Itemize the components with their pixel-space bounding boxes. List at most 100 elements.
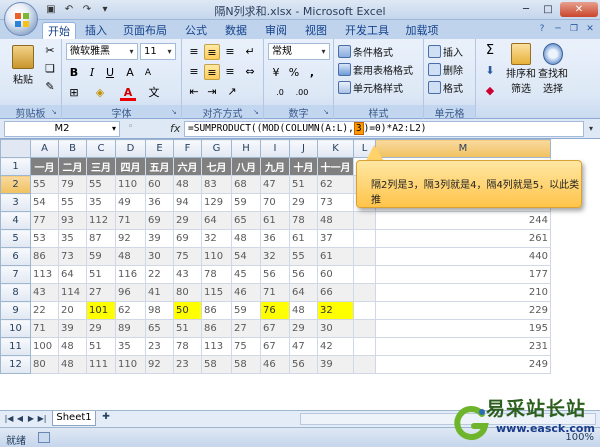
cell-J10[interactable]: 29 — [289, 319, 318, 338]
cell-D6[interactable]: 48 — [115, 247, 146, 266]
cell-E10[interactable]: 65 — [145, 319, 174, 338]
column-header[interactable]: B — [58, 139, 87, 158]
cell-B3[interactable]: 55 — [58, 193, 87, 212]
formula-input[interactable]: =SUMPRODUCT((MOD(COLUMN(A:L), 3)=0)*A2:L2… — [184, 121, 584, 137]
cell-B7[interactable]: 64 — [58, 265, 87, 284]
cell-D10[interactable]: 89 — [115, 319, 146, 338]
cell-C3[interactable]: 35 — [86, 193, 116, 212]
cell-K3[interactable]: 73 — [317, 193, 354, 212]
cell-A3[interactable]: 54 — [30, 193, 59, 212]
cell-C2[interactable]: 55 — [86, 175, 116, 194]
first-sheet-icon[interactable]: |◀ — [4, 413, 14, 425]
align-left-icon[interactable]: ≡ — [186, 64, 202, 80]
cell-E4[interactable]: 69 — [145, 211, 174, 230]
cell-H1[interactable]: 八月 — [231, 157, 261, 176]
row-header[interactable]: 6 — [0, 247, 31, 266]
cell-I11[interactable]: 67 — [260, 337, 290, 356]
cell-M6[interactable]: 440 — [375, 247, 551, 266]
cell-M10[interactable]: 195 — [375, 319, 551, 338]
cell-B12[interactable]: 48 — [58, 355, 87, 374]
cell-K10[interactable]: 30 — [317, 319, 354, 338]
column-header[interactable]: I — [260, 139, 290, 158]
number-launcher-icon[interactable]: ↘ — [323, 108, 331, 116]
minimize-icon[interactable]: ─ — [516, 2, 536, 17]
cell-C11[interactable]: 51 — [86, 337, 116, 356]
cell-G5[interactable]: 32 — [201, 229, 232, 248]
cell-D11[interactable]: 35 — [115, 337, 146, 356]
format-as-table-button[interactable]: 套用表格格式 — [338, 62, 413, 77]
italic-icon[interactable]: I — [84, 65, 100, 81]
currency-icon[interactable]: ¥ — [268, 65, 284, 81]
cell-I6[interactable]: 32 — [260, 247, 290, 266]
cell-K8[interactable]: 66 — [317, 283, 354, 302]
row-header[interactable]: 11 — [0, 337, 31, 356]
cell-B4[interactable]: 93 — [58, 211, 87, 230]
cell-C9[interactable]: 101 — [86, 301, 116, 320]
phonetic-icon[interactable]: 文 — [146, 85, 162, 101]
format-cells-button[interactable]: 格式 — [428, 80, 463, 95]
decrease-decimal-icon[interactable]: .00 — [294, 85, 310, 101]
cell-B10[interactable]: 39 — [58, 319, 87, 338]
cell-L12[interactable] — [353, 355, 376, 374]
cell-G6[interactable]: 110 — [201, 247, 232, 266]
cell-D2[interactable]: 110 — [115, 175, 146, 194]
percent-icon[interactable]: % — [286, 65, 302, 81]
cell-M4[interactable]: 244 — [375, 211, 551, 230]
align-right-icon[interactable]: ≡ — [222, 64, 238, 80]
cell-C1[interactable]: 三月 — [86, 157, 116, 176]
cell-D9[interactable]: 62 — [115, 301, 146, 320]
cell-H6[interactable]: 54 — [231, 247, 261, 266]
cell-E11[interactable]: 23 — [145, 337, 174, 356]
cell-G7[interactable]: 78 — [201, 265, 232, 284]
insert-cells-button[interactable]: 插入 — [428, 44, 463, 59]
tab-page-layout[interactable]: 页面布局 — [118, 22, 172, 39]
cell-J3[interactable]: 29 — [289, 193, 318, 212]
cell-G12[interactable]: 58 — [201, 355, 232, 374]
column-header[interactable]: H — [231, 139, 261, 158]
cell-J11[interactable]: 47 — [289, 337, 318, 356]
row-header[interactable]: 3 — [0, 193, 31, 212]
cell-J2[interactable]: 51 — [289, 175, 318, 194]
cell-I3[interactable]: 70 — [260, 193, 290, 212]
cell-K9[interactable]: 32 — [317, 301, 354, 320]
cell-K6[interactable]: 61 — [317, 247, 354, 266]
delete-cells-button[interactable]: 删除 — [428, 62, 463, 77]
cell-C5[interactable]: 87 — [86, 229, 116, 248]
cell-A9[interactable]: 22 — [30, 301, 59, 320]
cell-J4[interactable]: 78 — [289, 211, 318, 230]
cell-B5[interactable]: 35 — [58, 229, 87, 248]
cell-H4[interactable]: 65 — [231, 211, 261, 230]
increase-indent-icon[interactable]: ⇥ — [204, 84, 220, 100]
tab-insert[interactable]: 插入 — [80, 22, 112, 39]
cell-F12[interactable]: 23 — [173, 355, 202, 374]
cell-D5[interactable]: 92 — [115, 229, 146, 248]
cell-A8[interactable]: 43 — [30, 283, 59, 302]
tab-data[interactable]: 数据 — [220, 22, 252, 39]
cell-F10[interactable]: 51 — [173, 319, 202, 338]
cell-K2[interactable]: 62 — [317, 175, 354, 194]
tab-addins[interactable]: 加载项 — [400, 22, 444, 39]
align-center-icon[interactable]: ≡ — [204, 64, 220, 80]
cell-B11[interactable]: 48 — [58, 337, 87, 356]
tab-developer[interactable]: 开发工具 — [340, 22, 394, 39]
cell-C10[interactable]: 29 — [86, 319, 116, 338]
cell-F8[interactable]: 80 — [173, 283, 202, 302]
cell-H8[interactable]: 46 — [231, 283, 261, 302]
prev-sheet-icon[interactable]: ◀ — [15, 413, 25, 425]
font-size-select[interactable]: 11 ▾ — [140, 43, 176, 60]
column-header[interactable]: K — [317, 139, 354, 158]
cell-K5[interactable]: 37 — [317, 229, 354, 248]
macro-record-icon[interactable] — [38, 432, 50, 443]
column-header[interactable]: M — [375, 139, 551, 158]
border-icon[interactable]: ⊞ — [66, 85, 82, 101]
ribbon-restore-icon[interactable]: ❐ — [568, 23, 580, 35]
cell-L11[interactable] — [353, 337, 376, 356]
cell-I2[interactable]: 47 — [260, 175, 290, 194]
cell-I1[interactable]: 九月 — [260, 157, 290, 176]
cell-J9[interactable]: 48 — [289, 301, 318, 320]
cell-F11[interactable]: 78 — [173, 337, 202, 356]
fill-color-icon[interactable]: ◈ — [92, 85, 108, 101]
cell-C7[interactable]: 51 — [86, 265, 116, 284]
name-box[interactable]: M2 ▾ — [4, 121, 120, 137]
cell-K12[interactable]: 39 — [317, 355, 354, 374]
